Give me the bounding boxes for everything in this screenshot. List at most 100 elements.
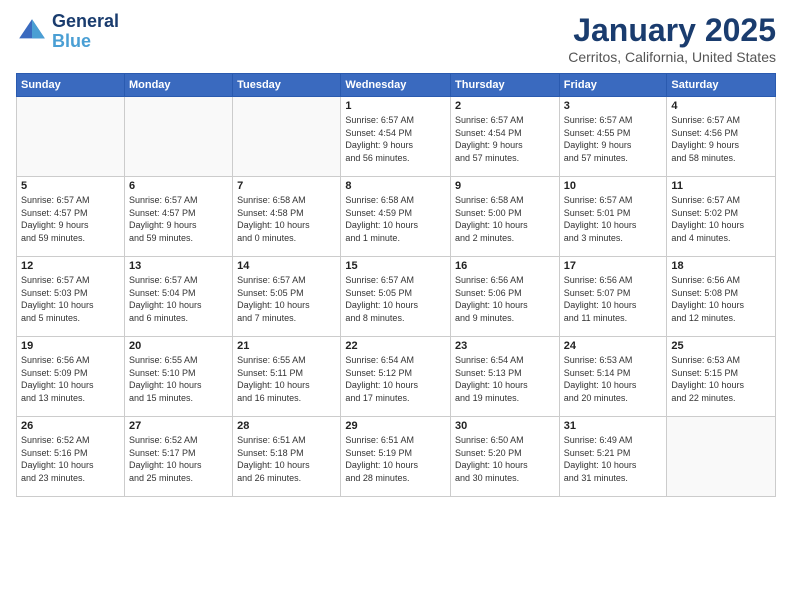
day-number: 4	[671, 100, 771, 112]
day-number: 19	[21, 340, 120, 352]
day-info: Sunrise: 6:56 AM Sunset: 5:06 PM Dayligh…	[455, 274, 555, 324]
day-number: 6	[129, 180, 228, 192]
col-tuesday: Tuesday	[233, 74, 341, 97]
day-info: Sunrise: 6:57 AM Sunset: 5:05 PM Dayligh…	[345, 274, 446, 324]
calendar-cell: 11 Sunrise: 6:57 AM Sunset: 5:02 PM Dayli…	[667, 177, 776, 257]
subtitle: Cerritos, California, United States	[568, 49, 776, 65]
calendar-week-row: 26 Sunrise: 6:52 AM Sunset: 5:16 PM Dayli…	[17, 417, 776, 497]
day-info: Sunrise: 6:57 AM Sunset: 5:05 PM Dayligh…	[237, 274, 336, 324]
day-number: 26	[21, 420, 120, 432]
day-number: 5	[21, 180, 120, 192]
day-info: Sunrise: 6:55 AM Sunset: 5:11 PM Dayligh…	[237, 354, 336, 404]
main-title: January 2025	[568, 12, 776, 49]
day-info: Sunrise: 6:57 AM Sunset: 5:04 PM Dayligh…	[129, 274, 228, 324]
day-info: Sunrise: 6:57 AM Sunset: 4:57 PM Dayligh…	[129, 194, 228, 244]
calendar-table: Sunday Monday Tuesday Wednesday Thursday…	[16, 73, 776, 497]
day-number: 24	[564, 340, 663, 352]
calendar-cell: 28 Sunrise: 6:51 AM Sunset: 5:18 PM Dayli…	[233, 417, 341, 497]
calendar-cell: 9 Sunrise: 6:58 AM Sunset: 5:00 PM Daylig…	[451, 177, 560, 257]
day-number: 17	[564, 260, 663, 272]
calendar-cell: 23 Sunrise: 6:54 AM Sunset: 5:13 PM Dayli…	[451, 337, 560, 417]
calendar-week-row: 1Sunrise: 6:57 AM Sunset: 4:54 PM Daylig…	[17, 97, 776, 177]
calendar-week-row: 19 Sunrise: 6:56 AM Sunset: 5:09 PM Dayli…	[17, 337, 776, 417]
calendar-cell: 12Sunrise: 6:57 AM Sunset: 5:03 PM Dayli…	[17, 257, 125, 337]
day-number: 7	[237, 180, 336, 192]
calendar-cell: 16 Sunrise: 6:56 AM Sunset: 5:06 PM Dayli…	[451, 257, 560, 337]
day-number: 31	[564, 420, 663, 432]
day-info: Sunrise: 6:57 AM Sunset: 5:02 PM Dayligh…	[671, 194, 771, 244]
day-info: Sunrise: 6:53 AM Sunset: 5:14 PM Dayligh…	[564, 354, 663, 404]
calendar-cell: 8 Sunrise: 6:58 AM Sunset: 4:59 PM Daylig…	[341, 177, 451, 257]
title-block: January 2025 Cerritos, California, Unite…	[568, 12, 776, 65]
calendar-cell: 1Sunrise: 6:57 AM Sunset: 4:54 PM Daylig…	[341, 97, 451, 177]
calendar-cell: 18 Sunrise: 6:56 AM Sunset: 5:08 PM Dayli…	[667, 257, 776, 337]
day-info: Sunrise: 6:54 AM Sunset: 5:13 PM Dayligh…	[455, 354, 555, 404]
col-friday: Friday	[559, 74, 667, 97]
day-number: 9	[455, 180, 555, 192]
day-info: Sunrise: 6:57 AM Sunset: 5:03 PM Dayligh…	[21, 274, 120, 324]
calendar-cell: 3Sunrise: 6:57 AM Sunset: 4:55 PM Daylig…	[559, 97, 667, 177]
calendar-cell: 31Sunrise: 6:49 AM Sunset: 5:21 PM Dayli…	[559, 417, 667, 497]
calendar-cell: 17Sunrise: 6:56 AM Sunset: 5:07 PM Dayli…	[559, 257, 667, 337]
day-info: Sunrise: 6:56 AM Sunset: 5:08 PM Dayligh…	[671, 274, 771, 324]
day-number: 13	[129, 260, 228, 272]
page: General Blue January 2025 Cerritos, Cali…	[0, 0, 792, 612]
day-number: 1	[345, 100, 446, 112]
day-number: 15	[345, 260, 446, 272]
day-info: Sunrise: 6:50 AM Sunset: 5:20 PM Dayligh…	[455, 434, 555, 484]
day-number: 30	[455, 420, 555, 432]
calendar-cell: 4 Sunrise: 6:57 AM Sunset: 4:56 PM Daylig…	[667, 97, 776, 177]
day-number: 22	[345, 340, 446, 352]
header: General Blue January 2025 Cerritos, Cali…	[16, 12, 776, 65]
day-number: 23	[455, 340, 555, 352]
day-info: Sunrise: 6:58 AM Sunset: 5:00 PM Dayligh…	[455, 194, 555, 244]
day-info: Sunrise: 6:57 AM Sunset: 4:55 PM Dayligh…	[564, 114, 663, 164]
calendar-cell: 6 Sunrise: 6:57 AM Sunset: 4:57 PM Daylig…	[124, 177, 232, 257]
calendar-cell	[124, 97, 232, 177]
calendar-cell: 19 Sunrise: 6:56 AM Sunset: 5:09 PM Dayli…	[17, 337, 125, 417]
day-info: Sunrise: 6:58 AM Sunset: 4:59 PM Dayligh…	[345, 194, 446, 244]
calendar-cell: 22Sunrise: 6:54 AM Sunset: 5:12 PM Dayli…	[341, 337, 451, 417]
day-info: Sunrise: 6:53 AM Sunset: 5:15 PM Dayligh…	[671, 354, 771, 404]
logo: General Blue	[16, 12, 119, 52]
calendar-cell	[667, 417, 776, 497]
day-info: Sunrise: 6:56 AM Sunset: 5:09 PM Dayligh…	[21, 354, 120, 404]
day-info: Sunrise: 6:51 AM Sunset: 5:19 PM Dayligh…	[345, 434, 446, 484]
day-info: Sunrise: 6:57 AM Sunset: 5:01 PM Dayligh…	[564, 194, 663, 244]
calendar-cell: 13 Sunrise: 6:57 AM Sunset: 5:04 PM Dayli…	[124, 257, 232, 337]
logo-text: General Blue	[52, 12, 119, 52]
day-info: Sunrise: 6:57 AM Sunset: 4:57 PM Dayligh…	[21, 194, 120, 244]
calendar-cell: 26 Sunrise: 6:52 AM Sunset: 5:16 PM Dayli…	[17, 417, 125, 497]
col-wednesday: Wednesday	[341, 74, 451, 97]
calendar-cell: 25Sunrise: 6:53 AM Sunset: 5:15 PM Dayli…	[667, 337, 776, 417]
calendar-cell: 10Sunrise: 6:57 AM Sunset: 5:01 PM Dayli…	[559, 177, 667, 257]
calendar-cell	[233, 97, 341, 177]
calendar-cell: 29 Sunrise: 6:51 AM Sunset: 5:19 PM Dayli…	[341, 417, 451, 497]
day-number: 18	[671, 260, 771, 272]
col-monday: Monday	[124, 74, 232, 97]
calendar-cell: 14 Sunrise: 6:57 AM Sunset: 5:05 PM Dayli…	[233, 257, 341, 337]
calendar-cell: 21Sunrise: 6:55 AM Sunset: 5:11 PM Dayli…	[233, 337, 341, 417]
calendar-cell: 2Sunrise: 6:57 AM Sunset: 4:54 PM Daylig…	[451, 97, 560, 177]
day-number: 14	[237, 260, 336, 272]
calendar-week-row: 12Sunrise: 6:57 AM Sunset: 5:03 PM Dayli…	[17, 257, 776, 337]
col-thursday: Thursday	[451, 74, 560, 97]
calendar-cell: 7Sunrise: 6:58 AM Sunset: 4:58 PM Daylig…	[233, 177, 341, 257]
day-info: Sunrise: 6:52 AM Sunset: 5:16 PM Dayligh…	[21, 434, 120, 484]
col-sunday: Sunday	[17, 74, 125, 97]
calendar-cell: 24 Sunrise: 6:53 AM Sunset: 5:14 PM Dayli…	[559, 337, 667, 417]
day-number: 27	[129, 420, 228, 432]
col-saturday: Saturday	[667, 74, 776, 97]
day-number: 28	[237, 420, 336, 432]
day-number: 8	[345, 180, 446, 192]
day-info: Sunrise: 6:57 AM Sunset: 4:56 PM Dayligh…	[671, 114, 771, 164]
day-info: Sunrise: 6:51 AM Sunset: 5:18 PM Dayligh…	[237, 434, 336, 484]
calendar-cell: 27Sunrise: 6:52 AM Sunset: 5:17 PM Dayli…	[124, 417, 232, 497]
day-number: 2	[455, 100, 555, 112]
day-number: 16	[455, 260, 555, 272]
day-number: 11	[671, 180, 771, 192]
calendar-week-row: 5 Sunrise: 6:57 AM Sunset: 4:57 PM Daylig…	[17, 177, 776, 257]
calendar-cell: 5 Sunrise: 6:57 AM Sunset: 4:57 PM Daylig…	[17, 177, 125, 257]
calendar-cell: 15 Sunrise: 6:57 AM Sunset: 5:05 PM Dayli…	[341, 257, 451, 337]
day-number: 29	[345, 420, 446, 432]
